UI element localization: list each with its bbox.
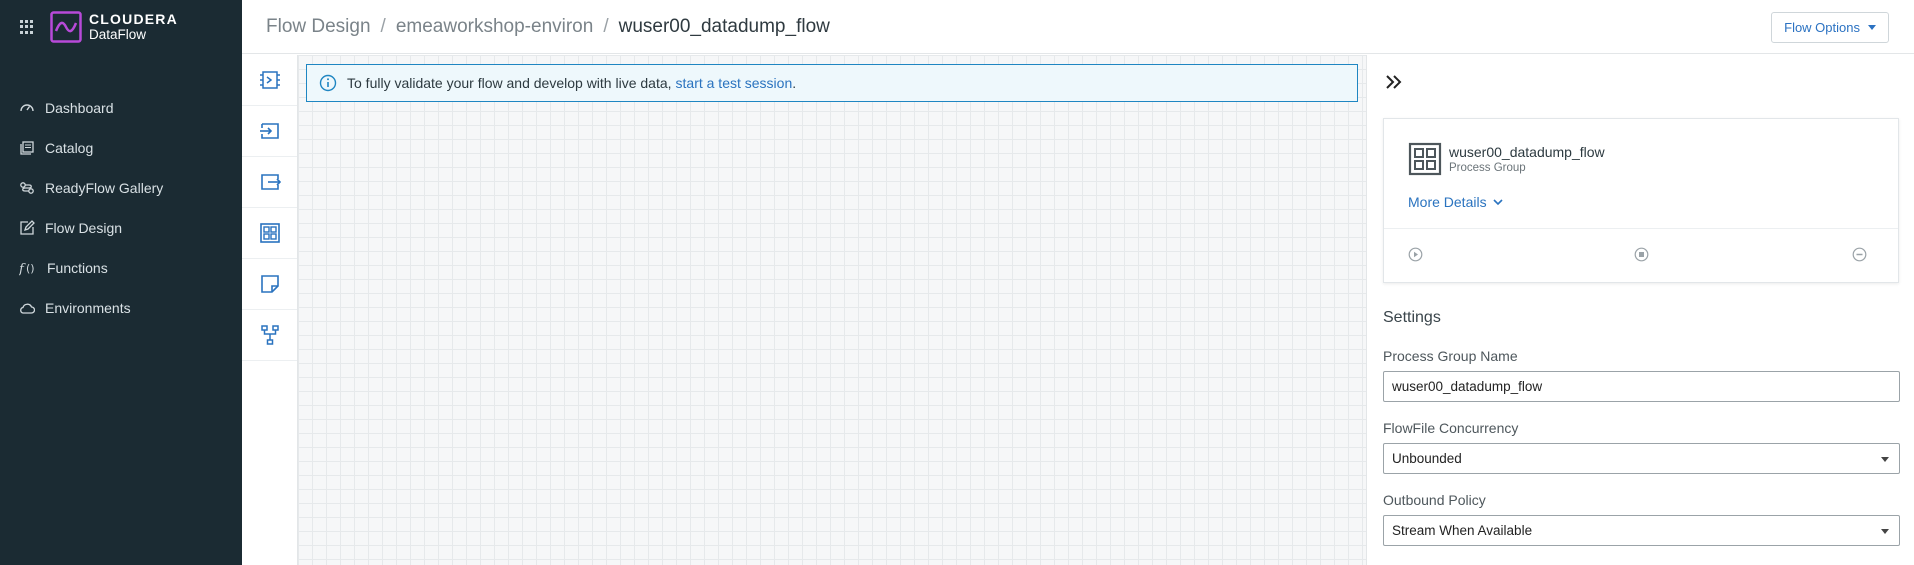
sidebar-item-functions[interactable]: f() Functions	[0, 248, 242, 288]
flow-options-label: Flow Options	[1784, 20, 1860, 35]
process-group-name-label: Process Group Name	[1383, 348, 1518, 364]
outbound-policy-value: Stream When Available	[1392, 523, 1533, 538]
logo[interactable]: CLOUDERA DataFlow	[50, 11, 178, 43]
caret-down-icon	[1881, 457, 1889, 462]
process-group-icon	[1408, 142, 1442, 176]
sidebar-item-label: ReadyFlow Gallery	[45, 180, 164, 196]
configuration-panel: wuser00_datadump_flow Process Group More…	[1366, 55, 1914, 565]
process-group-card: wuser00_datadump_flow Process Group More…	[1383, 118, 1899, 283]
process-group-name: wuser00_datadump_flow	[1449, 144, 1605, 160]
more-details-label: More Details	[1408, 194, 1487, 210]
funnel-merge-icon	[260, 325, 279, 345]
sidebar-item-catalog[interactable]: Catalog	[0, 128, 242, 168]
flowfile-concurrency-select[interactable]: Unbounded	[1383, 443, 1900, 474]
processor-icon	[259, 71, 280, 89]
sidebar: CLOUDERA DataFlow Dashboard Catalog Read…	[0, 0, 242, 565]
tool-process-group[interactable]	[242, 208, 297, 259]
flow-canvas[interactable]: To fully validate your flow and develop …	[298, 55, 1366, 565]
sidebar-item-label: Environments	[45, 300, 131, 316]
breadcrumb-current-flow: wuser00_datadump_flow	[618, 15, 830, 37]
disable-button[interactable]	[1852, 247, 1867, 267]
breadcrumb: Flow Design / emeaworkshop-environ / wus…	[266, 16, 830, 38]
banner-suffix: .	[792, 75, 797, 91]
breadcrumb-flow-design[interactable]: Flow Design	[266, 16, 371, 38]
top-header: Flow Design / emeaworkshop-environ / wus…	[242, 0, 1914, 54]
output-port-icon	[260, 174, 281, 190]
process-group-name-input[interactable]: wuser00_datadump_flow	[1383, 371, 1900, 402]
settings-heading: Settings	[1383, 309, 1441, 326]
logo-brand: CLOUDERA	[89, 11, 178, 27]
double-chevron-right-icon	[1386, 75, 1402, 89]
cloudera-logo-icon	[50, 11, 82, 43]
play-circle-icon	[1408, 247, 1423, 262]
breadcrumb-environment[interactable]: emeaworkshop-environ	[396, 16, 594, 38]
flowfile-concurrency-value: Unbounded	[1392, 451, 1462, 466]
sidebar-item-environments[interactable]: Environments	[0, 288, 242, 328]
card-actions	[1384, 228, 1898, 283]
collapse-panel-button[interactable]	[1384, 72, 1404, 97]
disable-circle-icon	[1852, 247, 1867, 262]
sidebar-item-dashboard[interactable]: Dashboard	[0, 88, 242, 128]
sidebar-item-flow-design[interactable]: Flow Design	[0, 208, 242, 248]
banner-text: To fully validate your flow and develop …	[347, 75, 672, 91]
sidebar-item-readyflow-gallery[interactable]: ReadyFlow Gallery	[0, 168, 242, 208]
sidebar-item-label: Functions	[47, 260, 108, 276]
stop-circle-icon	[1634, 247, 1649, 262]
outbound-policy-label: Outbound Policy	[1383, 492, 1486, 508]
start-button[interactable]	[1408, 247, 1423, 267]
test-session-banner: To fully validate your flow and develop …	[306, 64, 1358, 102]
label-note-icon	[260, 275, 279, 293]
input-port-icon	[259, 123, 279, 139]
caret-down-icon	[1868, 25, 1876, 30]
tool-input-port[interactable]	[242, 106, 297, 157]
sidebar-item-label: Flow Design	[45, 220, 123, 236]
tool-label[interactable]	[242, 259, 297, 310]
readyflow-icon	[20, 182, 34, 194]
start-test-session-link[interactable]: start a test session	[676, 75, 793, 91]
catalog-icon	[20, 141, 34, 155]
flow-options-button[interactable]: Flow Options	[1771, 12, 1889, 43]
tool-output-port[interactable]	[242, 157, 297, 208]
sidebar-nav: Dashboard Catalog ReadyFlow Gallery Flow…	[0, 88, 242, 328]
function-icon: f()	[19, 262, 35, 276]
svg-text:(): ()	[26, 262, 35, 275]
sidebar-item-label: Dashboard	[45, 100, 114, 116]
svg-text:f: f	[19, 262, 26, 276]
breadcrumb-separator: /	[380, 15, 386, 37]
tool-funnel[interactable]	[242, 310, 297, 361]
flowfile-concurrency-label: FlowFile Concurrency	[1383, 420, 1519, 436]
process-group-name-value: wuser00_datadump_flow	[1392, 379, 1543, 394]
process-group-icon	[259, 223, 280, 243]
stop-button[interactable]	[1634, 247, 1649, 267]
breadcrumb-separator: /	[603, 15, 609, 37]
process-group-type: Process Group	[1449, 162, 1526, 174]
cloud-icon	[20, 303, 35, 314]
sidebar-header: CLOUDERA DataFlow	[0, 0, 242, 54]
caret-down-icon	[1881, 529, 1889, 534]
component-toolbar	[242, 55, 298, 565]
logo-product: DataFlow	[89, 27, 147, 42]
chevron-down-icon	[1493, 199, 1503, 206]
outbound-policy-select[interactable]: Stream When Available	[1383, 515, 1900, 546]
edit-icon	[20, 220, 35, 235]
gauge-icon	[20, 104, 34, 112]
app-launcher-icon[interactable]	[20, 20, 34, 34]
tool-processor[interactable]	[242, 55, 297, 106]
more-details-toggle[interactable]: More Details	[1408, 194, 1503, 210]
sidebar-item-label: Catalog	[45, 140, 94, 156]
info-icon	[319, 74, 337, 92]
